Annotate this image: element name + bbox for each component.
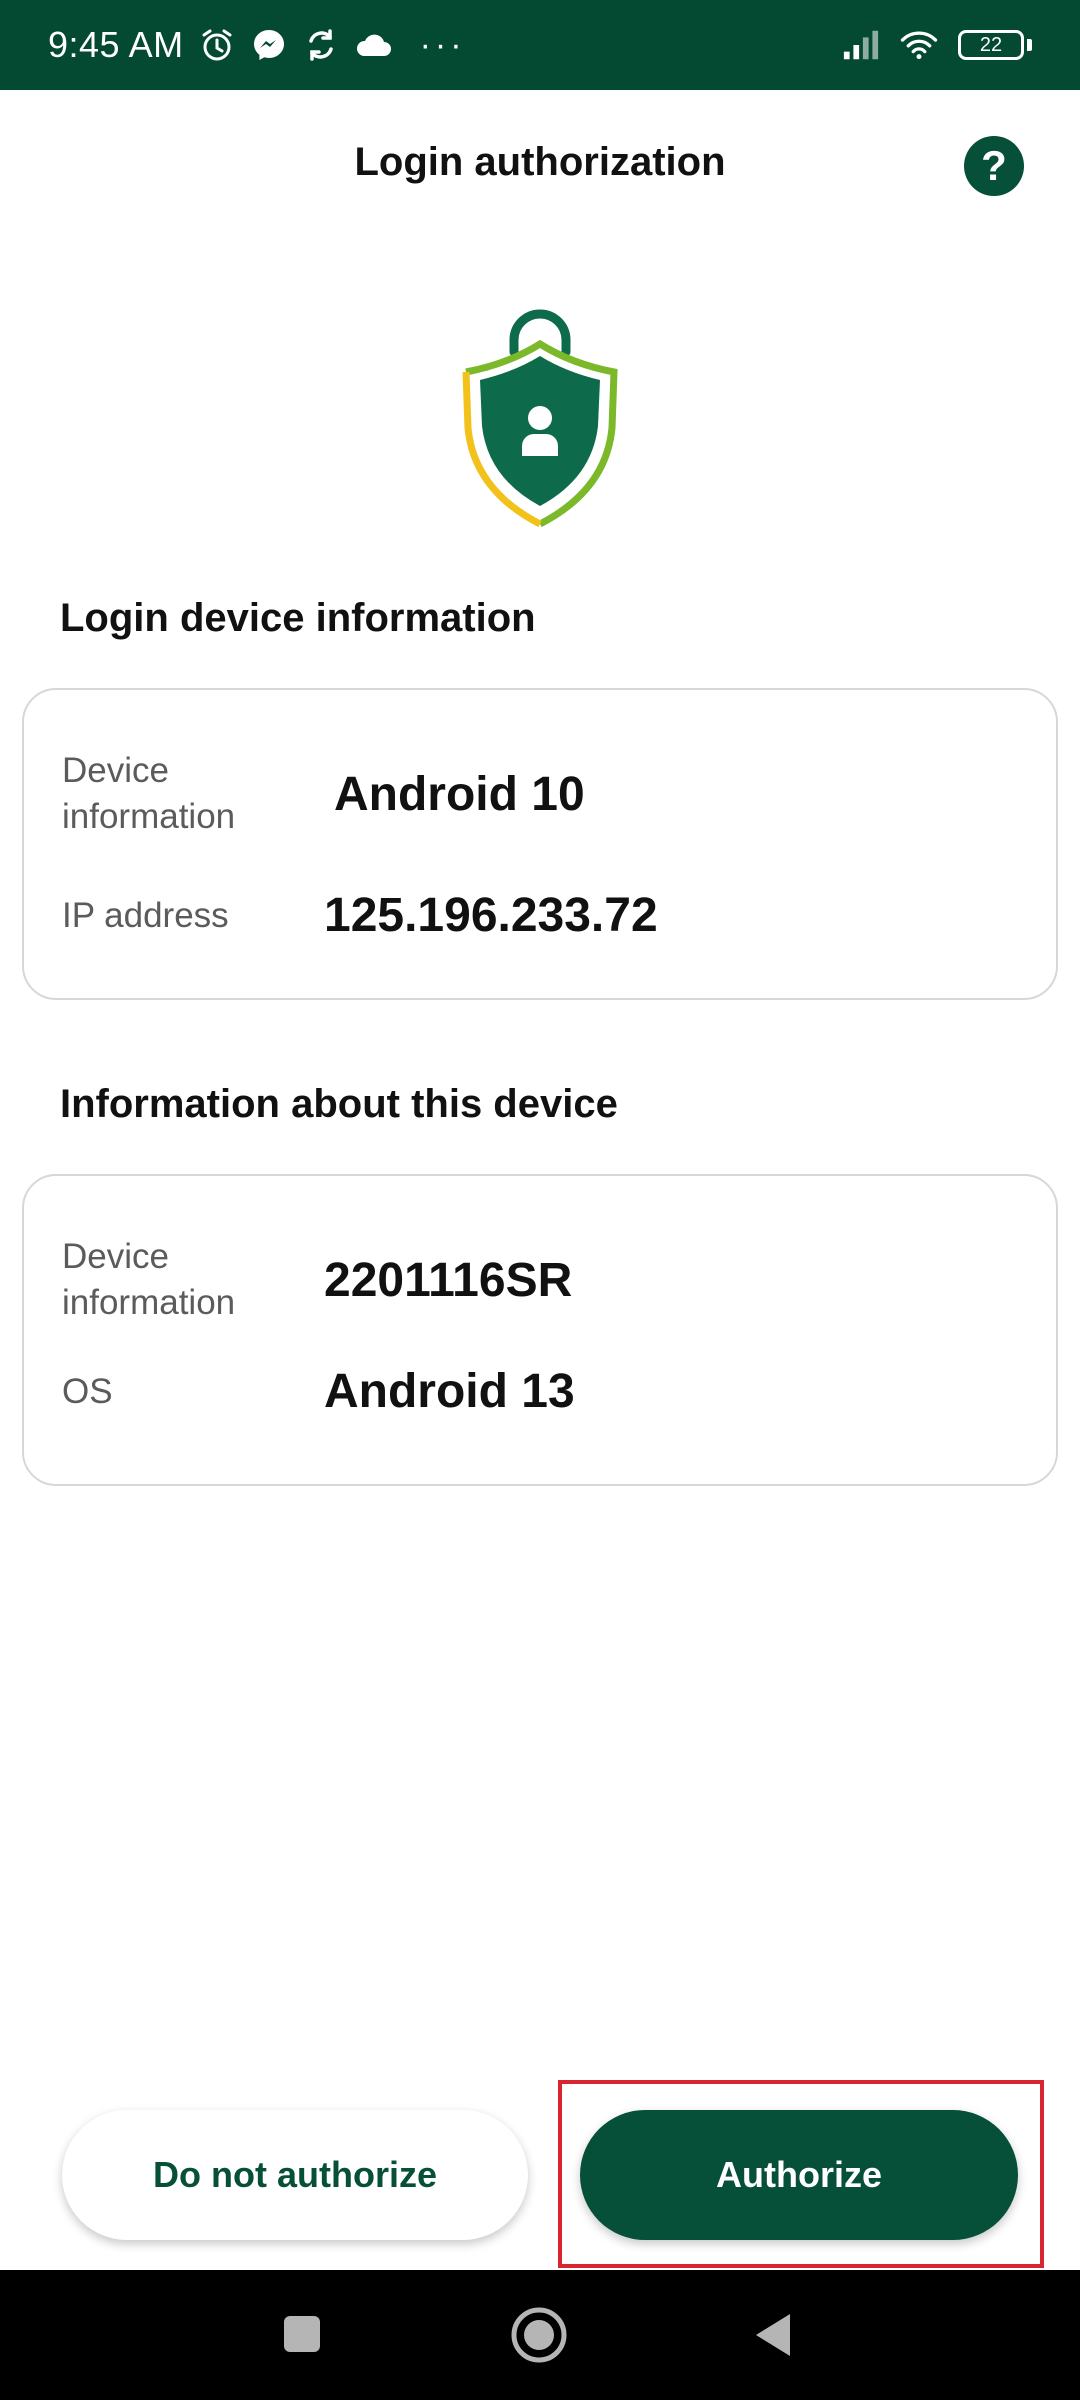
row-value: 125.196.233.72 <box>324 889 658 942</box>
recent-apps-button[interactable] <box>282 2314 322 2354</box>
wifi-icon <box>900 26 938 64</box>
highlight-frame <box>558 2080 1044 2268</box>
this-device-card: Device information 2201116SR OS Android … <box>22 1174 1058 1486</box>
this-device-row-device: Device information 2201116SR <box>62 1234 1018 1326</box>
do-not-authorize-button[interactable]: Do not authorize <box>62 2110 528 2240</box>
help-button[interactable]: ? <box>964 136 1024 196</box>
login-device-card: Device information Android 10 IP address… <box>22 688 1058 1000</box>
this-device-row-os: OS Android 13 <box>62 1364 1018 1419</box>
login-device-row-device: Device information Android 10 <box>62 748 1018 840</box>
row-label: IP address <box>62 895 229 935</box>
signal-icon <box>842 26 880 64</box>
back-button[interactable] <box>752 2312 794 2358</box>
battery-tip <box>1027 39 1032 51</box>
page-title: Login authorization <box>354 140 726 184</box>
row-value: 2201116SR <box>324 1253 573 1307</box>
row-label: Device information <box>62 751 236 836</box>
status-left: 9:45 AM ··· <box>48 24 466 66</box>
status-time: 9:45 AM <box>48 24 184 65</box>
cloud-icon <box>354 26 392 64</box>
row-label: Device information <box>62 1237 236 1322</box>
alarm-icon <box>198 26 236 64</box>
home-button[interactable] <box>510 2306 568 2364</box>
row-label: OS <box>62 1371 113 1411</box>
navigation-bar <box>0 2270 1080 2400</box>
row-value: Android 10 <box>334 767 585 821</box>
battery-level: 22 <box>958 30 1024 60</box>
sync-icon <box>302 26 340 64</box>
status-right: 22 <box>842 26 1032 64</box>
messenger-icon <box>250 26 288 64</box>
shield-lock-icon <box>458 306 622 530</box>
this-device-section-title: Information about this device <box>60 1082 618 1126</box>
login-device-section-title: Login device information <box>60 596 536 640</box>
more-notifications-icon: ··· <box>419 26 466 64</box>
login-device-row-ip: IP address 125.196.233.72 <box>62 888 1018 943</box>
row-value: Android 13 <box>324 1365 575 1418</box>
battery-icon: 22 <box>958 30 1032 60</box>
status-bar: 9:45 AM ··· 22 <box>0 0 1080 90</box>
